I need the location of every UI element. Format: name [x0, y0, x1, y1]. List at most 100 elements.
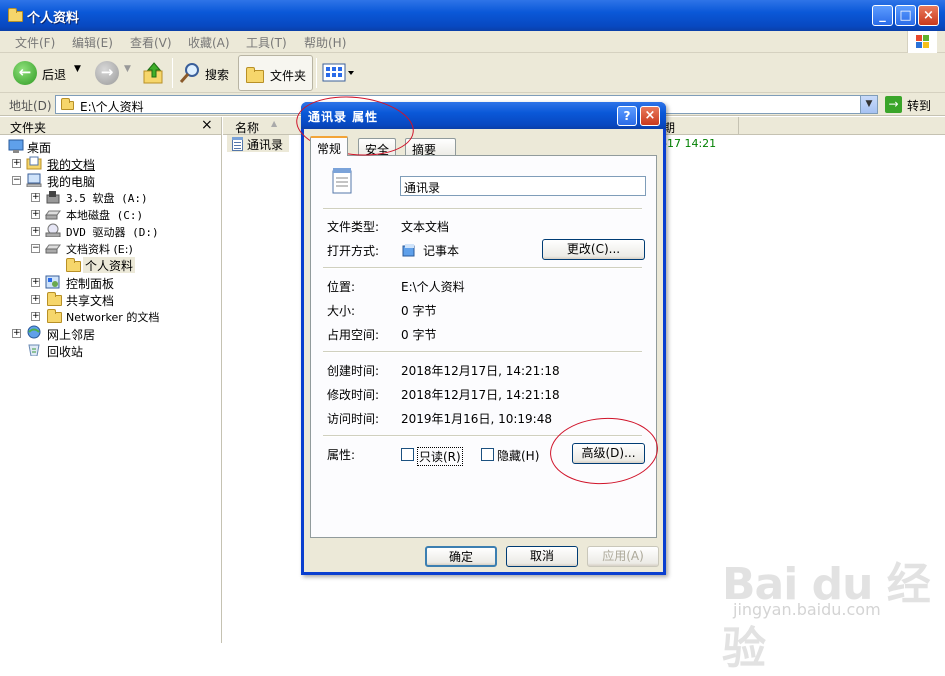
tab-summary[interactable]: 摘要 — [405, 138, 456, 157]
text-file-icon — [232, 137, 243, 151]
back-dropdown-icon[interactable]: ▼ — [74, 64, 81, 74]
menu-tools[interactable]: 工具(T) — [246, 34, 287, 51]
created-value: 2018年12月17日, 14:21:18 — [401, 364, 560, 378]
windows-logo-icon — [907, 31, 937, 53]
hard-drive-icon — [45, 244, 61, 254]
control-panel-icon — [45, 275, 60, 289]
created-label: 创建时间: — [327, 364, 380, 378]
minimize-button[interactable]: _ — [872, 5, 893, 26]
change-button[interactable]: 更改(C)... — [542, 239, 645, 260]
address-value: E:\个人资料 — [80, 100, 144, 114]
accessed-value: 2019年1月16日, 10:19:48 — [401, 412, 552, 426]
column-name-label: 名称 — [235, 121, 260, 135]
recycle-bin-icon — [28, 344, 40, 356]
network-icon — [27, 325, 41, 339]
expand-icon[interactable]: + — [31, 295, 40, 304]
location-label: 位置: — [327, 280, 356, 294]
views-button[interactable] — [321, 61, 357, 85]
filename-input[interactable]: 通讯录 — [400, 176, 646, 196]
tree-label-selected: 个人资料 — [83, 257, 136, 273]
close-button[interactable]: × — [918, 5, 939, 26]
file-row-contacts[interactable]: 通讯录 — [227, 135, 289, 152]
apply-button[interactable]: 应用(A) — [587, 546, 659, 567]
menu-help[interactable]: 帮助(H) — [304, 34, 346, 51]
collapse-icon[interactable]: − — [31, 244, 40, 253]
size-on-disk-label: 占用空间: — [327, 328, 380, 342]
forward-dropdown-icon[interactable]: ▼ — [124, 64, 131, 74]
toolbar-separator — [172, 58, 173, 88]
ok-button[interactable]: 确定 — [425, 546, 497, 567]
search-button[interactable]: 搜索 — [176, 59, 234, 87]
tab-general[interactable]: 常规 — [310, 136, 349, 156]
up-folder-button[interactable] — [140, 59, 170, 87]
column-header-empty — [739, 117, 945, 135]
window-title-bar[interactable]: 个人资料 _ □ × — [0, 0, 945, 31]
expand-icon[interactable]: + — [31, 210, 40, 219]
attributes-label: 属性: — [327, 448, 356, 462]
file-name: 通讯录 — [247, 138, 284, 152]
accessed-label: 访问时间: — [327, 412, 380, 426]
open-folder-icon — [66, 258, 81, 272]
cancel-button[interactable]: 取消 — [506, 546, 578, 567]
folders-label: 文件夹 — [270, 69, 307, 83]
column-header-name[interactable]: 名称 ▲ — [223, 117, 303, 135]
menu-file[interactable]: 文件(F) — [15, 34, 55, 51]
notepad-file-icon — [332, 168, 352, 194]
separator — [323, 208, 642, 210]
expand-icon[interactable]: + — [31, 278, 40, 287]
dialog-close-button[interactable]: × — [640, 106, 660, 126]
go-button[interactable]: → 转到 — [883, 95, 941, 114]
folders-button[interactable]: 文件夹 — [238, 55, 313, 91]
tree-label: 我的文档 — [47, 158, 96, 172]
expand-icon[interactable]: + — [31, 312, 40, 321]
back-label: 后退 — [42, 68, 67, 82]
hard-drive-icon — [45, 210, 61, 220]
filename-value: 通讯录 — [404, 181, 441, 195]
readonly-label[interactable]: 只读(R) — [417, 447, 463, 466]
size-on-disk-value: 0 字节 — [401, 328, 437, 342]
menu-edit[interactable]: 编辑(E) — [72, 34, 113, 51]
dvd-drive-icon — [45, 223, 61, 237]
file-date: -17 14:21 — [663, 137, 717, 150]
baidu-watermark-url: jingyan.baidu.com — [733, 600, 881, 619]
tree-label: 回收站 — [47, 345, 84, 359]
forward-button[interactable]: → ▼ — [92, 59, 134, 87]
folder-icon — [47, 292, 62, 306]
readonly-checkbox[interactable] — [401, 448, 414, 461]
my-documents-icon — [26, 156, 42, 170]
collapse-icon[interactable]: − — [12, 176, 21, 185]
hidden-label[interactable]: 隐藏(H) — [497, 447, 539, 464]
size-label: 大小: — [327, 304, 356, 318]
views-icon — [322, 63, 354, 82]
close-pane-icon[interactable]: × — [201, 117, 213, 133]
maximize-button[interactable]: □ — [895, 5, 916, 26]
menu-view[interactable]: 查看(V) — [130, 34, 172, 51]
back-button[interactable]: ← 后退 ▼ — [10, 59, 88, 87]
hidden-checkbox[interactable] — [481, 448, 494, 461]
up-folder-icon — [143, 62, 163, 84]
expand-icon[interactable]: + — [31, 227, 40, 236]
help-button[interactable]: ? — [617, 106, 637, 126]
address-dropdown-icon[interactable]: ▼ — [860, 96, 877, 113]
column-header-date[interactable]: 期 — [659, 117, 739, 135]
back-arrow-icon: ← — [13, 61, 37, 85]
expand-icon[interactable]: + — [31, 193, 40, 202]
tree-label: Networker 的文档 — [66, 311, 160, 324]
toolbar: ← 后退 ▼ → ▼ 搜索 文件夹 — [0, 53, 945, 93]
expand-icon[interactable]: + — [12, 159, 21, 168]
tree-label: 文档资料 (E:) — [66, 243, 133, 256]
tree-label: 3.5 软盘 (A:) — [66, 192, 148, 205]
file-type-value: 文本文档 — [401, 220, 450, 234]
window-title: 个人资料 — [27, 11, 80, 26]
location-value: E:\个人资料 — [401, 280, 465, 294]
expand-icon[interactable]: + — [12, 329, 21, 338]
tree-label: 本地磁盘 (C:) — [66, 209, 144, 222]
menu-favorites[interactable]: 收藏(A) — [188, 34, 230, 51]
folder-pane-header: 文件夹 × — [0, 117, 221, 135]
opens-with-value: 记事本 — [423, 244, 460, 258]
modified-value: 2018年12月17日, 14:21:18 — [401, 388, 560, 402]
search-icon — [179, 63, 199, 83]
size-value: 0 字节 — [401, 304, 437, 318]
menu-bar: 文件(F) 编辑(E) 查看(V) 收藏(A) 工具(T) 帮助(H) — [0, 31, 945, 53]
notepad-app-icon — [402, 244, 415, 257]
